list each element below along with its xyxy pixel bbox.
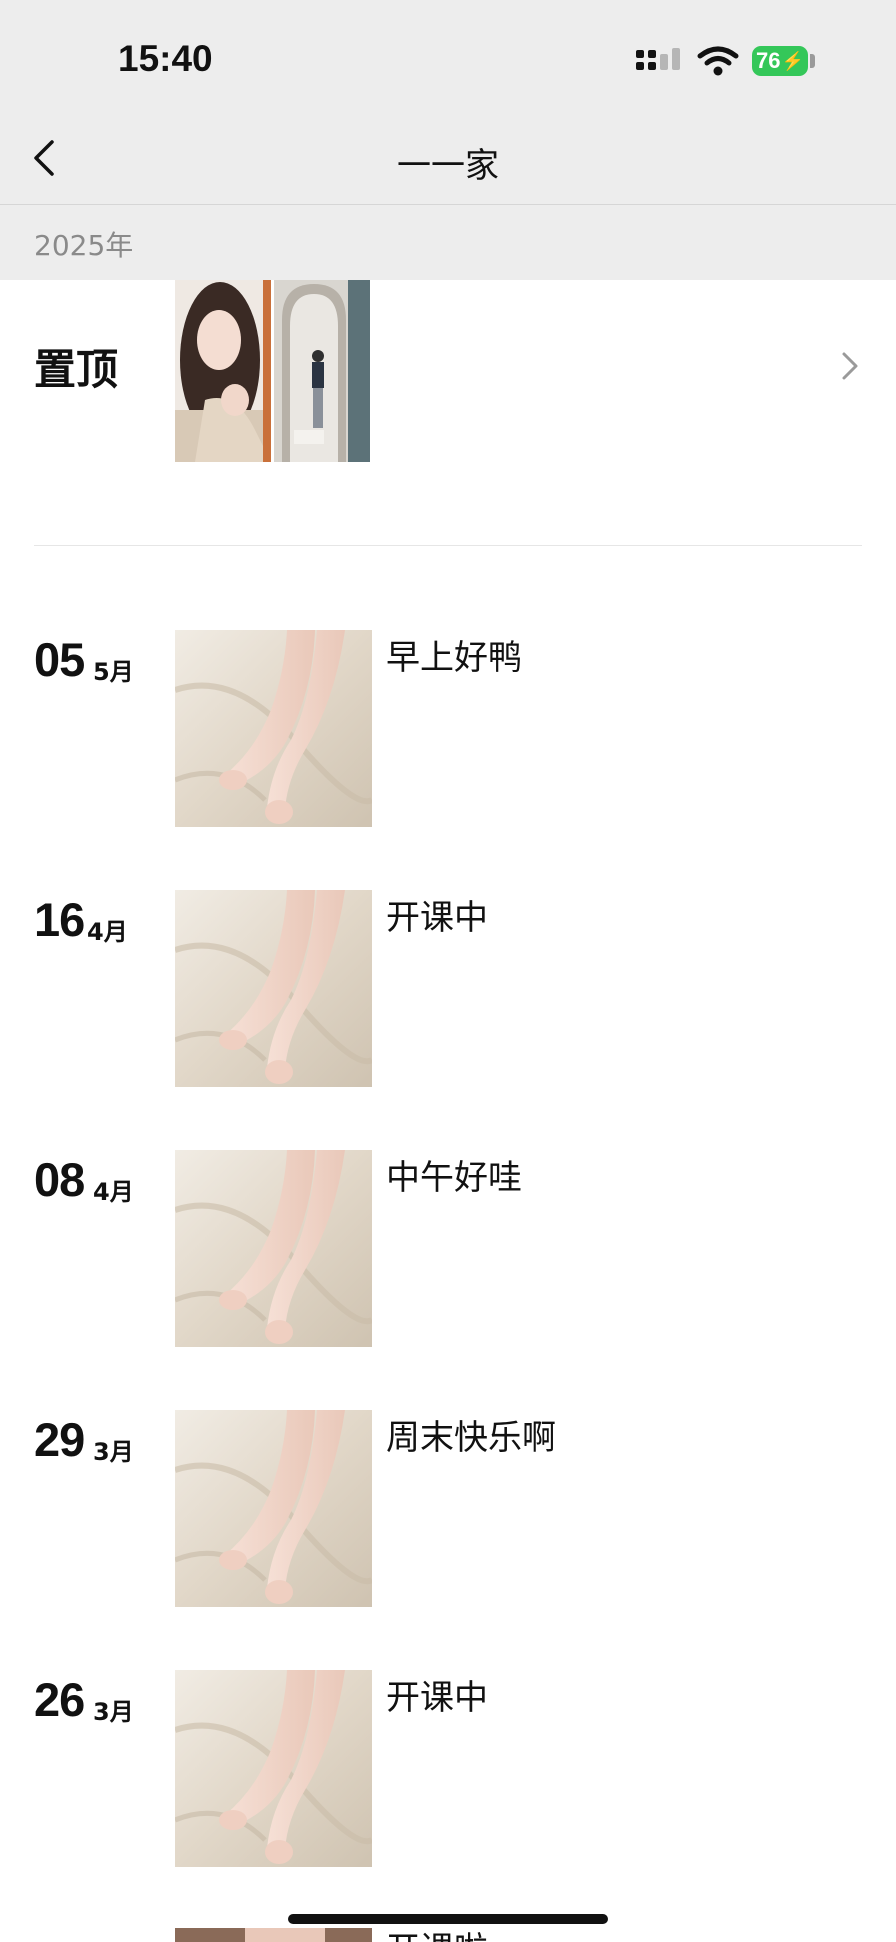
post-text: 开课啦 (386, 1928, 488, 1942)
post-month: 5月 (93, 658, 134, 686)
year-label: 2025年 (34, 229, 134, 262)
pinned-photo-portrait[interactable] (175, 280, 271, 462)
post-item[interactable]: 05 5月 早上好鸭 (0, 630, 896, 830)
post-photo[interactable] (175, 890, 372, 1087)
navigation-bar: 一一家 (0, 110, 896, 204)
battery-indicator: 76 ⚡ (752, 46, 808, 76)
status-time: 15:40 (118, 38, 213, 79)
post-photo[interactable] (175, 1410, 372, 1607)
section-divider (34, 545, 862, 546)
battery-level: 76 (756, 48, 781, 73)
post-day: 29 (34, 1413, 85, 1466)
post-month: 3月 (93, 1698, 134, 1726)
pinned-label: 置顶 (34, 345, 119, 394)
post-photo[interactable] (175, 1928, 372, 1942)
post-day: 26 (34, 1673, 85, 1726)
nav-divider (0, 204, 896, 205)
post-day: 16 (34, 893, 85, 946)
post-text: 开课中 (386, 1678, 488, 1718)
battery-tip (810, 54, 815, 68)
post-item[interactable]: 29 3月 周末快乐啊 (0, 1410, 896, 1610)
charging-bolt-icon: ⚡ (781, 51, 804, 71)
post-month: 4月 (87, 918, 128, 946)
post-item[interactable]: 16 4月 开课中 (0, 890, 896, 1090)
post-photo[interactable] (175, 1670, 372, 1867)
post-item[interactable]: 08 4月 中午好哇 (0, 1150, 896, 1350)
post-day: 05 (34, 633, 85, 686)
cellular-signal-icon (634, 48, 682, 76)
page-title: 一一家 (397, 146, 499, 186)
home-indicator[interactable] (288, 1914, 608, 1924)
pinned-row[interactable]: 置顶 (0, 280, 896, 476)
post-text: 早上好鸭 (386, 638, 522, 678)
post-month: 4月 (93, 1178, 134, 1206)
chevron-right-icon[interactable] (838, 348, 862, 384)
status-bar: 15:40 76 ⚡ (0, 0, 896, 110)
wifi-icon (696, 44, 740, 78)
post-item[interactable]: 26 3月 开课中 (0, 1670, 896, 1870)
post-text: 中午好哇 (386, 1158, 522, 1198)
post-day: 08 (34, 1153, 85, 1206)
post-item-partial[interactable]: 开课啦 (0, 1928, 896, 1942)
post-photo[interactable] (175, 630, 372, 827)
pinned-photo-mirror[interactable] (274, 280, 370, 462)
post-text: 周末快乐啊 (386, 1418, 556, 1458)
post-photo[interactable] (175, 1150, 372, 1347)
post-month: 3月 (93, 1438, 134, 1466)
header: 15:40 76 ⚡ 一一家 2025年 (0, 0, 896, 280)
post-text: 开课中 (386, 898, 488, 938)
